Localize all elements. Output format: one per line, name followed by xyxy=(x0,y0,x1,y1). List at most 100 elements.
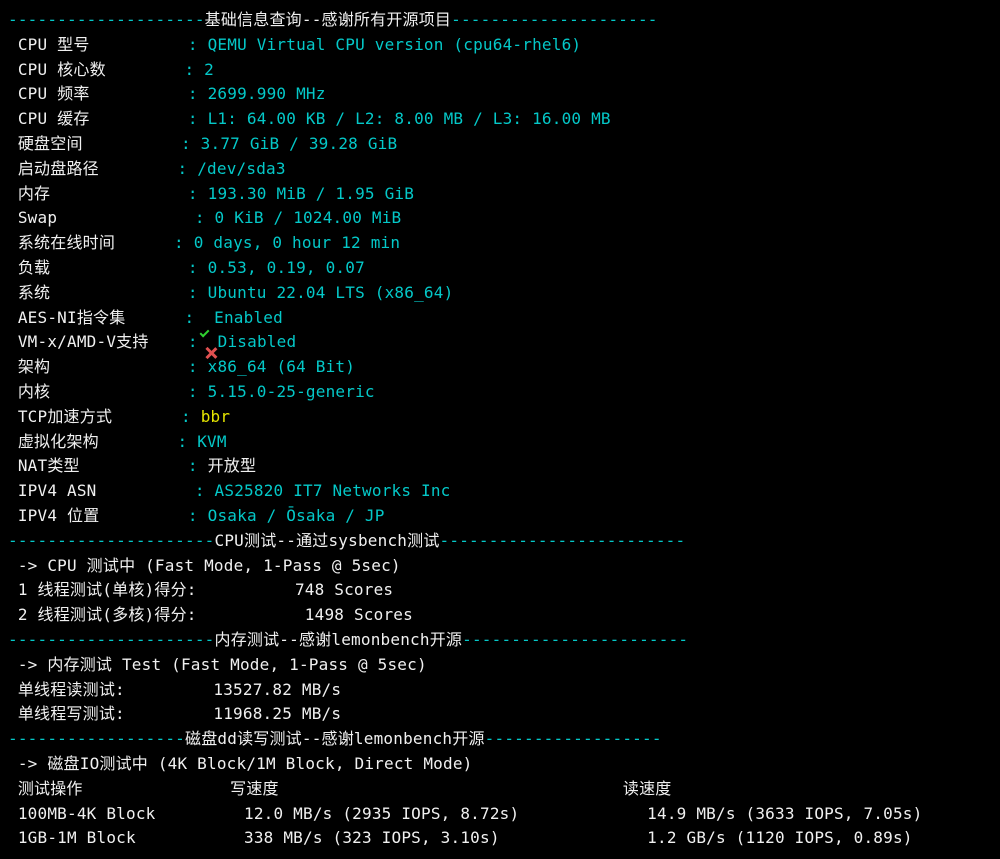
terminal-line: -> 磁盘IO测试中 (4K Block/1M Block, Direct Mo… xyxy=(8,752,1000,777)
pad xyxy=(187,432,197,451)
pad xyxy=(8,233,18,252)
pad xyxy=(156,804,245,823)
dd-write: 338 MB/s (323 IOPS, 3.10s) xyxy=(244,828,500,847)
info-label: 硬盘空间 xyxy=(18,134,83,153)
pad xyxy=(112,407,181,426)
pad xyxy=(198,506,208,525)
pad xyxy=(50,382,188,401)
memory-read-label: 单线程读测试: xyxy=(8,680,125,699)
info-value: Ubuntu 22.04 LTS (x86_64) xyxy=(208,283,454,302)
pad xyxy=(8,35,18,54)
pad xyxy=(191,407,201,426)
info-label: NAT类型 xyxy=(18,456,80,475)
info-label: IPV4 位置 xyxy=(18,506,100,525)
info-label: 系统 xyxy=(18,283,50,302)
pad xyxy=(198,258,208,277)
pad xyxy=(198,283,208,302)
terminal-line: 内存 : 193.30 MiB / 1.95 GiB xyxy=(8,182,1000,207)
section-title-memory: 内存测试--感谢lemonbench开源 xyxy=(215,630,463,649)
terminal-line: IPV4 位置 : Osaka / Ōsaka / JP xyxy=(8,504,1000,529)
info-label: 启动盘路径 xyxy=(18,159,99,178)
terminal-line: 1GB-1M Block 338 MB/s (323 IOPS, 3.10s) … xyxy=(8,826,1000,851)
terminal-line: ------------------磁盘dd读写测试--感谢lemonbench… xyxy=(8,727,1000,752)
terminal-line: --------------------基础信息查询--感谢所有开源项目----… xyxy=(8,8,1000,33)
info-label: TCP加速方式 xyxy=(18,407,112,426)
info-value: 开放型 xyxy=(208,456,257,475)
pad xyxy=(125,680,214,699)
colon: : xyxy=(188,258,198,277)
pad xyxy=(198,357,208,376)
colon: : xyxy=(178,432,188,451)
info-label: CPU 频率 xyxy=(18,84,90,103)
pad xyxy=(198,84,208,103)
cpu-1thread-value: 748 Scores xyxy=(295,580,393,599)
dd-write: 12.0 MB/s (2935 IOPS, 8.72s) xyxy=(244,804,519,823)
colon: : xyxy=(188,283,198,302)
pad xyxy=(125,308,184,327)
info-value: AS25820 IT7 Networks Inc xyxy=(215,481,451,500)
memory-write-value: 11968.25 MB/s xyxy=(213,704,341,723)
terminal-line: AES-NI指令集 : Enabled xyxy=(8,306,1000,331)
pad xyxy=(198,456,208,475)
pad xyxy=(194,308,204,327)
pad xyxy=(198,382,208,401)
section-title-disk: 磁盘dd读写测试--感谢lemonbench开源 xyxy=(185,729,485,748)
dd-op: 100MB-4K Block xyxy=(8,804,156,823)
pad xyxy=(8,456,18,475)
info-value: 2 xyxy=(204,60,214,79)
colon: : xyxy=(188,35,198,54)
terminal-line: NAT类型 : 开放型 xyxy=(8,454,1000,479)
terminal-line: 单线程写测试: 11968.25 MB/s xyxy=(8,702,1000,727)
pad xyxy=(8,84,18,103)
terminal-line: 1 线程测试(单核)得分: 748 Scores xyxy=(8,578,1000,603)
pad xyxy=(106,60,185,79)
info-value: /dev/sda3 xyxy=(197,159,286,178)
pad xyxy=(90,35,188,54)
terminal-line: ---------------------CPU测试--通过sysbench测试… xyxy=(8,529,1000,554)
pad xyxy=(90,109,188,128)
pad xyxy=(99,506,188,525)
info-value: QEMU Virtual CPU version (cpu64-rhel6) xyxy=(208,35,582,54)
terminal-line: ---------------------内存测试--感谢lemonbench开… xyxy=(8,628,1000,653)
info-value: 0 KiB / 1024.00 MiB xyxy=(215,208,402,227)
terminal-line: CPU 频率 : 2699.990 MHz xyxy=(8,82,1000,107)
info-label: AES-NI指令集 xyxy=(18,308,126,327)
pad xyxy=(125,704,214,723)
pad xyxy=(198,35,208,54)
terminal-line: -> 内存测试 Test (Fast Mode, 1-Pass @ 5sec) xyxy=(8,653,1000,678)
pad xyxy=(8,432,18,451)
terminal-line: CPU 核心数 : 2 xyxy=(8,58,1000,83)
terminal-line: 单线程读测试: 13527.82 MB/s xyxy=(8,678,1000,703)
pad xyxy=(194,60,204,79)
pad xyxy=(8,481,18,500)
pad xyxy=(8,134,18,153)
section-title-cpu: CPU测试--通过sysbench测试 xyxy=(215,531,440,550)
info-label: 内核 xyxy=(18,382,50,401)
divider-left: --------------------- xyxy=(8,630,215,649)
dd-col-read: 读速度 xyxy=(623,779,672,798)
info-label: IPV4 ASN xyxy=(18,481,97,500)
dd-read: 1.2 GB/s (1120 IOPS, 0.89s) xyxy=(647,828,913,847)
pad xyxy=(8,258,18,277)
pad xyxy=(198,109,208,128)
pad xyxy=(80,456,188,475)
memory-read-value: 13527.82 MB/s xyxy=(213,680,341,699)
colon: : xyxy=(188,84,198,103)
pad xyxy=(50,357,188,376)
pad xyxy=(8,506,18,525)
info-value: 2699.990 MHz xyxy=(208,84,326,103)
pad xyxy=(205,208,215,227)
info-label: CPU 型号 xyxy=(18,35,90,54)
terminal-line: VM-x/AMD-V支持 : Disabled xyxy=(8,330,1000,355)
pad xyxy=(279,779,623,798)
dd-op: 1GB-1M Block xyxy=(8,828,136,847)
terminal-line: -> CPU 测试中 (Fast Mode, 1-Pass @ 5sec) xyxy=(8,554,1000,579)
divider-right: ------------------ xyxy=(485,729,662,748)
pad xyxy=(149,332,188,351)
pad xyxy=(136,828,244,847)
terminal-line: 启动盘路径 : /dev/sda3 xyxy=(8,157,1000,182)
colon: : xyxy=(188,382,198,401)
divider-right: ------------------------- xyxy=(440,531,686,550)
pad xyxy=(8,357,18,376)
pad xyxy=(97,481,195,500)
